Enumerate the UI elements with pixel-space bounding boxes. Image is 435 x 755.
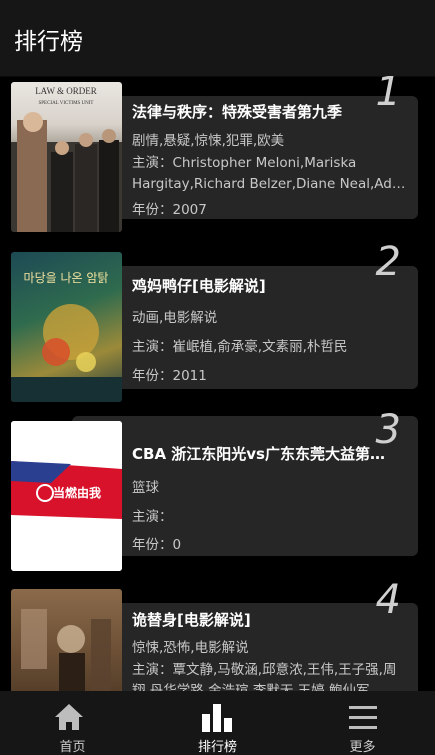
poster-image: 当燃由我 xyxy=(11,421,122,571)
poster-art: 当燃由我 xyxy=(11,421,122,571)
tab-label: 排行榜 xyxy=(197,740,237,755)
list-item[interactable]: 4 诡替身[电影解说] 惊悚,恐怖,电影解说 主演：覃文静,马敬涵,邱意浓,王伟… xyxy=(0,580,435,691)
page-title: 排行榜 xyxy=(14,29,83,55)
poster-title: LAW & ORDER xyxy=(35,86,97,96)
poster-image: LAW & ORDER SPECIAL VICTIMS UNIT xyxy=(11,82,122,232)
item-cast: 主演：覃文静,马敬涵,邱意浓,王伟,王子强,周 翔,丹华学路,金浩瑄,李默无,王… xyxy=(132,660,412,691)
item-year: 年份：2011 xyxy=(132,368,207,384)
poster-subtitle: SPECIAL VICTIMS UNIT xyxy=(38,101,93,106)
poster-title: 마당을 나온 암탉 xyxy=(24,271,109,285)
list-item[interactable]: 마당을 나온 암탉 2 鸡妈鸭仔[电影解说] 动画,电影解说 主演：崔岷植,俞承… xyxy=(0,242,435,406)
cast-line: 主演：Christopher Meloni,Mariska xyxy=(132,155,357,171)
tab-label: 首页 xyxy=(59,740,86,755)
bottom-tab-bar: 首页 排行榜 更多 xyxy=(0,691,435,755)
poster-art: 마당을 나온 암탉 xyxy=(11,271,122,402)
home-icon xyxy=(55,704,83,730)
item-title: 鸡妈鸭仔[电影解说] xyxy=(132,277,266,295)
item-card xyxy=(72,416,418,556)
list-item[interactable]: 当燃由我 3 CBA 浙江东阳光vs广东东莞大益第一节 篮球 主演： 年份：0 xyxy=(0,410,435,576)
item-cast: 主演：崔岷植,俞承豪,文素丽,朴哲民 xyxy=(132,339,348,355)
poster-art: LAW & ORDER SPECIAL VICTIMS UNIT xyxy=(11,86,122,232)
item-title: 诡替身[电影解说] xyxy=(132,611,251,629)
menu-icon xyxy=(349,706,377,729)
item-title: 法律与秩序：特殊受害者第九季 xyxy=(132,103,343,121)
item-genre: 剧情,悬疑,惊悚,犯罪,欧美 xyxy=(132,133,285,149)
item-genre: 篮球 xyxy=(132,480,159,496)
cast-line: Hargitay,Richard Belzer,Diane Neal,Adam … xyxy=(132,176,412,192)
app-header: 排行榜 xyxy=(0,0,435,77)
item-cast: 主演：Christopher Meloni,Mariska Hargitay,R… xyxy=(132,153,412,195)
poster-image: 마당을 나온 암탉 xyxy=(11,252,122,402)
poster-image xyxy=(11,589,122,691)
item-year: 年份：2007 xyxy=(132,202,207,218)
tab-ranking[interactable]: 排行榜 xyxy=(145,691,290,755)
tab-label: 更多 xyxy=(349,740,376,755)
cast-line: 翔,丹华学路,金浩瑄,李默无,王婷,鲍仙军 xyxy=(132,683,370,691)
list-item[interactable]: LAW & ORDER SPECIAL VICTIMS UNIT 1 法律与秩序… xyxy=(0,76,435,236)
item-genre: 动画,电影解说 xyxy=(132,310,218,326)
item-year: 年份：0 xyxy=(132,537,182,553)
poster-title: 当燃由我 xyxy=(53,485,101,500)
item-cast: 主演： xyxy=(132,509,173,525)
bar-chart-icon xyxy=(202,704,232,732)
ranking-list[interactable]: LAW & ORDER SPECIAL VICTIMS UNIT 1 法律与秩序… xyxy=(0,76,435,691)
cast-line: 主演：覃文静,马敬涵,邱意浓,王伟,王子强,周 xyxy=(132,662,397,678)
tab-more[interactable]: 更多 xyxy=(290,691,435,755)
tab-home[interactable]: 首页 xyxy=(0,691,145,755)
item-title: CBA 浙江东阳光vs广东东莞大益第一节 xyxy=(132,445,394,463)
item-genre: 惊悚,恐怖,电影解说 xyxy=(132,640,249,656)
poster-art xyxy=(21,609,111,691)
